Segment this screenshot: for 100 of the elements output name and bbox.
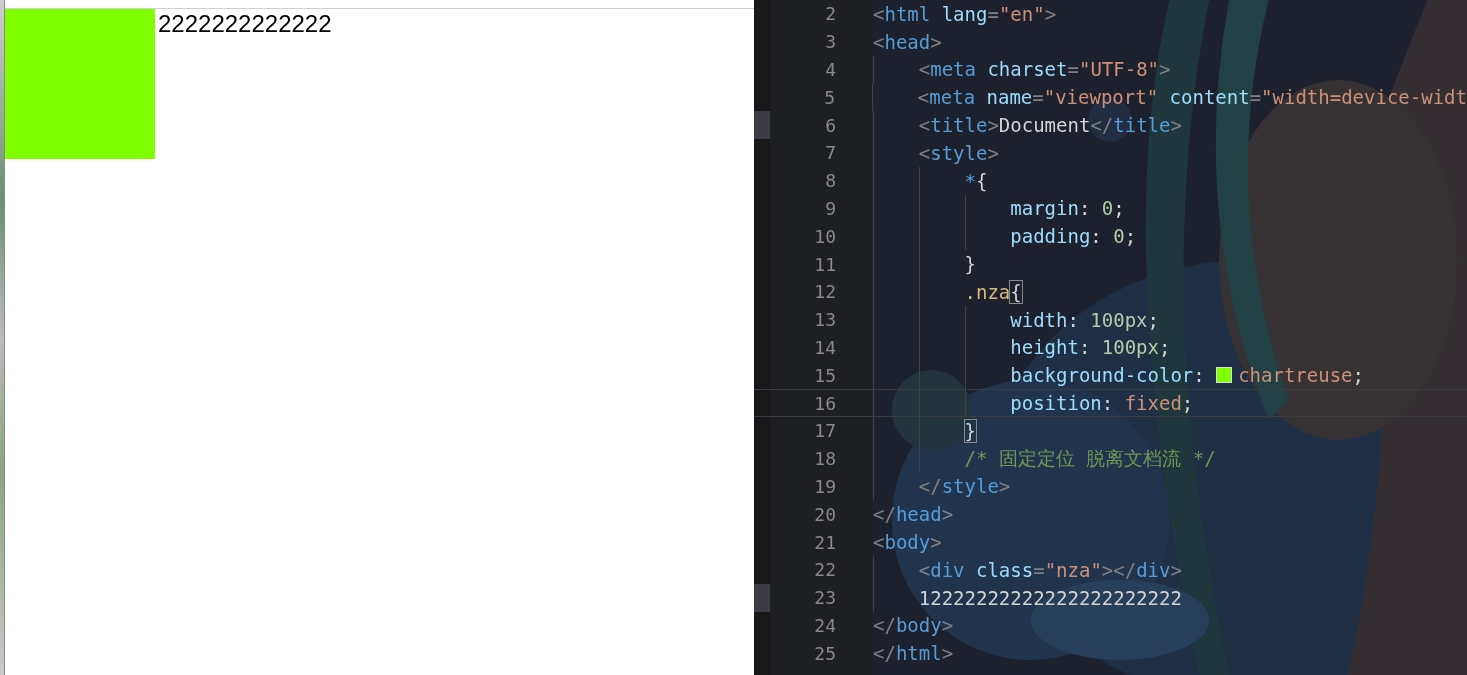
- code-token: =: [1067, 58, 1079, 81]
- code-token: lang: [941, 2, 988, 25]
- code-token: =: [1032, 86, 1044, 109]
- code-token: title: [930, 114, 988, 137]
- code-token: >: [1159, 58, 1171, 81]
- code-token: style: [930, 141, 988, 164]
- code-token: html: [884, 2, 931, 25]
- line-number: 3: [824, 31, 836, 53]
- code-token: >: [930, 531, 942, 554]
- code-token: padding: [1010, 225, 1091, 248]
- code-token: :: [1078, 336, 1091, 359]
- color-swatch: [1216, 367, 1233, 384]
- code-token: chartreuse: [1238, 364, 1353, 387]
- code-token: margin: [1010, 197, 1079, 220]
- code-token: body: [884, 531, 931, 554]
- line-number: 25: [813, 642, 836, 664]
- code-token: >: [1044, 2, 1057, 25]
- code-token: meta: [929, 86, 976, 109]
- code-token: class: [975, 558, 1034, 581]
- line-number: 24: [813, 614, 836, 636]
- code-token: <: [917, 86, 930, 109]
- code-token: <: [873, 2, 885, 25]
- code-token: }: [964, 253, 976, 276]
- code-token: </: [873, 642, 896, 665]
- code-token: 100px: [1101, 336, 1159, 359]
- code-token: "nza": [1044, 558, 1102, 581]
- code-token: >: [941, 614, 954, 637]
- code-token: div: [1136, 558, 1171, 581]
- code-token: :: [1090, 225, 1102, 248]
- code-token: ></: [1101, 558, 1137, 581]
- gutter-marker: [754, 111, 770, 139]
- code-token: 100px: [1090, 308, 1148, 331]
- code-token: ;: [1181, 392, 1194, 415]
- code-token: }: [964, 419, 976, 442]
- code-token: ;: [1352, 364, 1364, 387]
- line-number: 23: [813, 587, 836, 609]
- code-token: </: [1090, 114, 1114, 137]
- line-number: 16: [813, 392, 836, 414]
- line-number: 5: [823, 86, 836, 108]
- code-token: :: [1078, 197, 1091, 220]
- code-token: "viewport": [1043, 86, 1159, 109]
- code-token: ;: [1124, 225, 1137, 248]
- code-token: </: [918, 475, 942, 498]
- page-text: 2222222222222: [157, 9, 332, 39]
- code-token: =: [987, 2, 999, 25]
- code-token: =: [1249, 86, 1262, 109]
- code-token: >: [998, 475, 1011, 498]
- code-token: /* 固定定位 脱离文档流 */: [964, 445, 1216, 471]
- line-number: 18: [813, 448, 836, 470]
- line-number: 4: [824, 59, 836, 80]
- gutter-marker: [754, 583, 770, 612]
- code-token: 0: [1113, 225, 1125, 248]
- code-token: </: [873, 503, 896, 526]
- line-number: 8: [824, 170, 836, 192]
- line-number: 10: [813, 225, 836, 247]
- code-token: style: [941, 475, 999, 498]
- line-number: 14: [813, 336, 836, 358]
- code-token: position: [1010, 392, 1102, 415]
- code-token: >: [941, 642, 954, 665]
- code-token: head: [884, 30, 931, 53]
- line-number: 17: [813, 420, 836, 442]
- code-token: head: [895, 503, 942, 526]
- line-number: 19: [813, 475, 836, 497]
- line-number: 6: [824, 114, 836, 136]
- code-token: 0: [1101, 197, 1114, 220]
- code-token: =: [1033, 558, 1045, 581]
- code-token: background-color: [1010, 364, 1194, 387]
- code-token: <: [873, 531, 885, 554]
- code-token: 12222222222222222222222: [918, 586, 1182, 609]
- line-number: 12: [813, 281, 836, 303]
- code-token: charset: [987, 58, 1068, 81]
- code-token: {: [975, 169, 988, 192]
- code-token: fixed: [1124, 392, 1182, 415]
- line-number: 20: [813, 503, 836, 525]
- line-number: 2: [824, 3, 836, 25]
- code-token: >: [1170, 558, 1182, 581]
- code-token: Document: [998, 114, 1091, 137]
- code-token: "en": [998, 2, 1045, 25]
- code-token: :: [1193, 364, 1205, 387]
- code-token: width: [1010, 308, 1068, 331]
- code-token: "UTF-8": [1078, 58, 1159, 81]
- code-token: body: [895, 614, 942, 637]
- code-token: <: [918, 558, 931, 581]
- line-number: 11: [813, 253, 836, 275]
- code-token: height: [1010, 336, 1079, 359]
- code-token: </: [873, 614, 896, 637]
- code-token: :: [1101, 392, 1114, 415]
- code-token: content: [1169, 86, 1250, 109]
- line-number: 15: [813, 364, 836, 386]
- line-number: 21: [813, 531, 836, 553]
- code-token: <: [918, 114, 931, 137]
- code-token: name: [986, 86, 1033, 109]
- code-token: div: [930, 558, 965, 581]
- line-number: 7: [824, 142, 836, 164]
- code-token: meta: [930, 58, 976, 81]
- code-token: >: [987, 114, 999, 137]
- code-token: <: [873, 30, 885, 53]
- code-token: <: [918, 141, 931, 164]
- code-token: >: [1170, 114, 1182, 137]
- code-token: :: [1067, 308, 1079, 331]
